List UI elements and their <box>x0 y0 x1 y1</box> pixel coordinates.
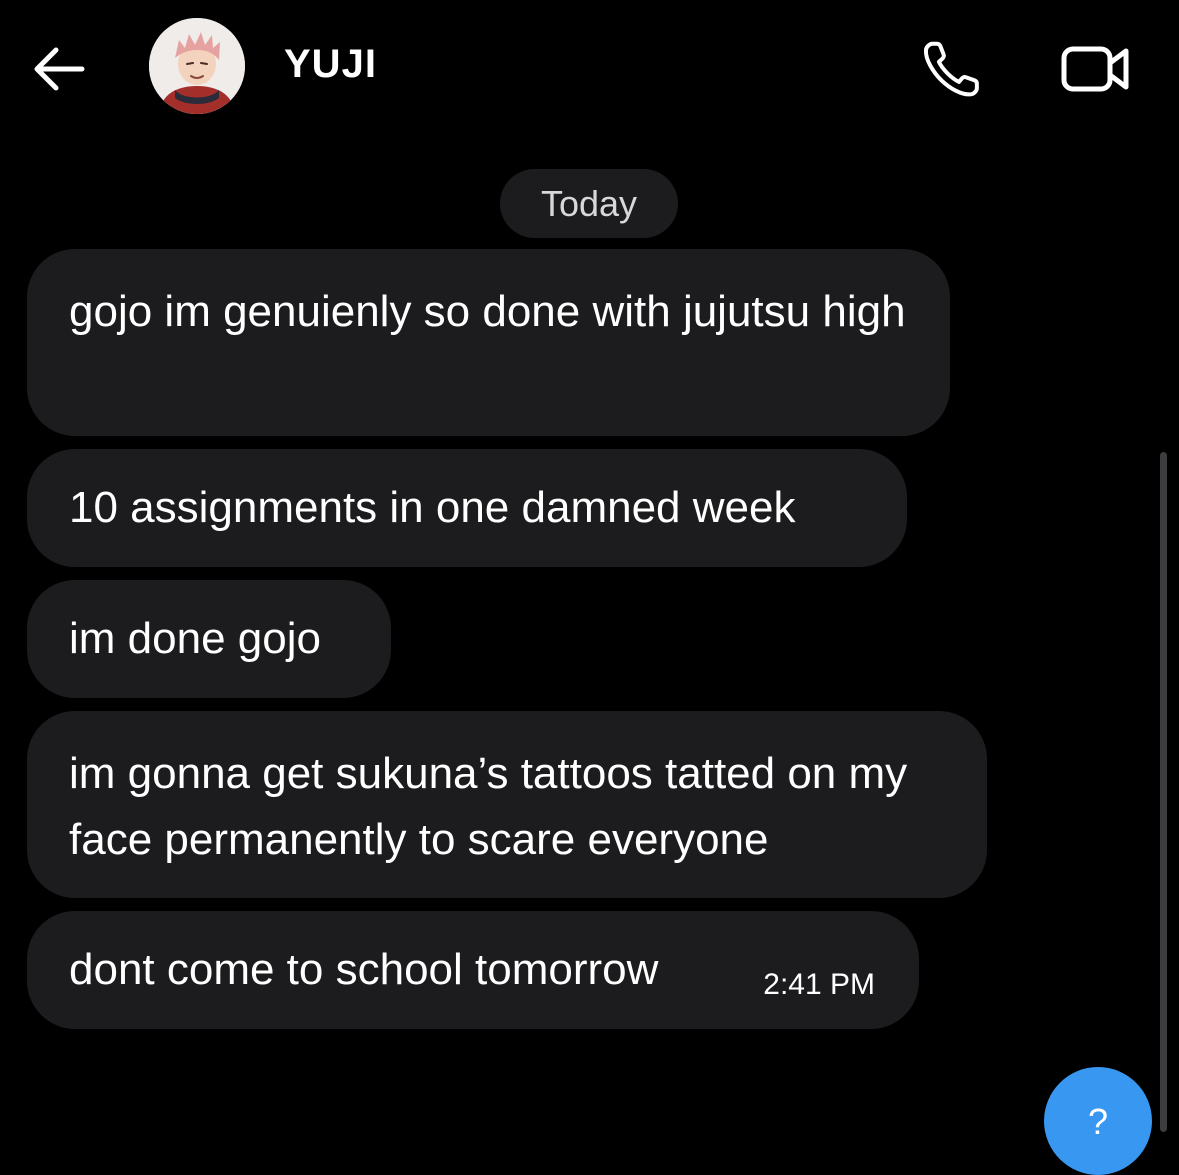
message-text: dont come to school tomorrow <box>69 945 659 994</box>
call-button[interactable] <box>918 36 984 102</box>
arrow-left-icon <box>34 47 85 91</box>
video-call-button[interactable] <box>1058 38 1134 100</box>
back-button[interactable] <box>28 38 90 100</box>
message-bubble[interactable]: 10 assignments in one damned week <box>27 449 907 567</box>
contact-name[interactable]: YUJI <box>284 42 377 87</box>
avatar-image <box>149 18 245 114</box>
message-text: im done gojo <box>69 614 321 663</box>
floating-action-button[interactable]: ? <box>1044 1067 1152 1175</box>
phone-icon <box>923 41 979 97</box>
fab-label: ? <box>1087 1101 1109 1142</box>
message-bubble[interactable]: gojo im genuienly so done with jujutsu h… <box>27 249 950 436</box>
video-camera-icon <box>1061 46 1129 92</box>
scrollbar[interactable] <box>1160 452 1167 1132</box>
message-text: im gonna get sukuna’s tattoos tatted on … <box>69 749 908 864</box>
avatar[interactable] <box>149 18 245 114</box>
message-timestamp: 2:41 PM <box>763 968 875 1001</box>
message-text: 10 assignments in one damned week <box>69 483 796 532</box>
chat-header: YUJI <box>0 0 1179 140</box>
message-bubble[interactable]: im gonna get sukuna’s tattoos tatted on … <box>27 711 987 898</box>
message-text: gojo im genuienly so done with jujutsu h… <box>69 287 906 336</box>
date-separator: Today <box>500 169 678 238</box>
message-bubble[interactable]: dont come to school tomorrow 2:41 PM <box>27 911 919 1029</box>
message-bubble[interactable]: im done gojo <box>27 580 391 698</box>
